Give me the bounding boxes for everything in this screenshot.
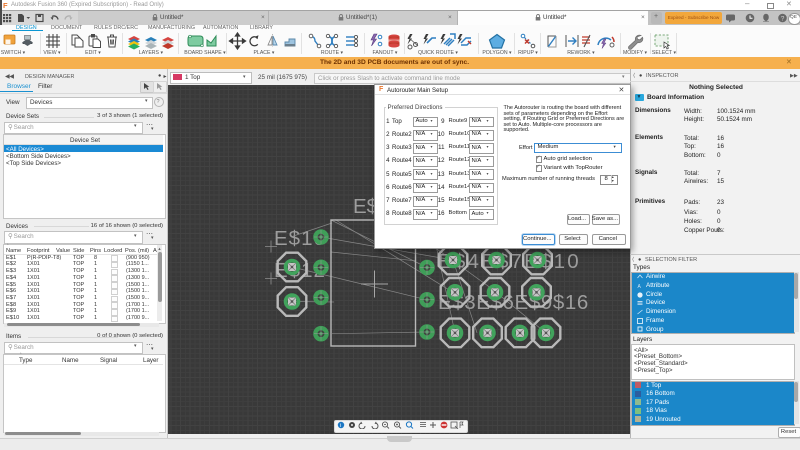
svg-text:?: ? bbox=[781, 15, 785, 22]
svg-text:i: i bbox=[340, 423, 341, 429]
svg-text:A: A bbox=[638, 284, 642, 289]
